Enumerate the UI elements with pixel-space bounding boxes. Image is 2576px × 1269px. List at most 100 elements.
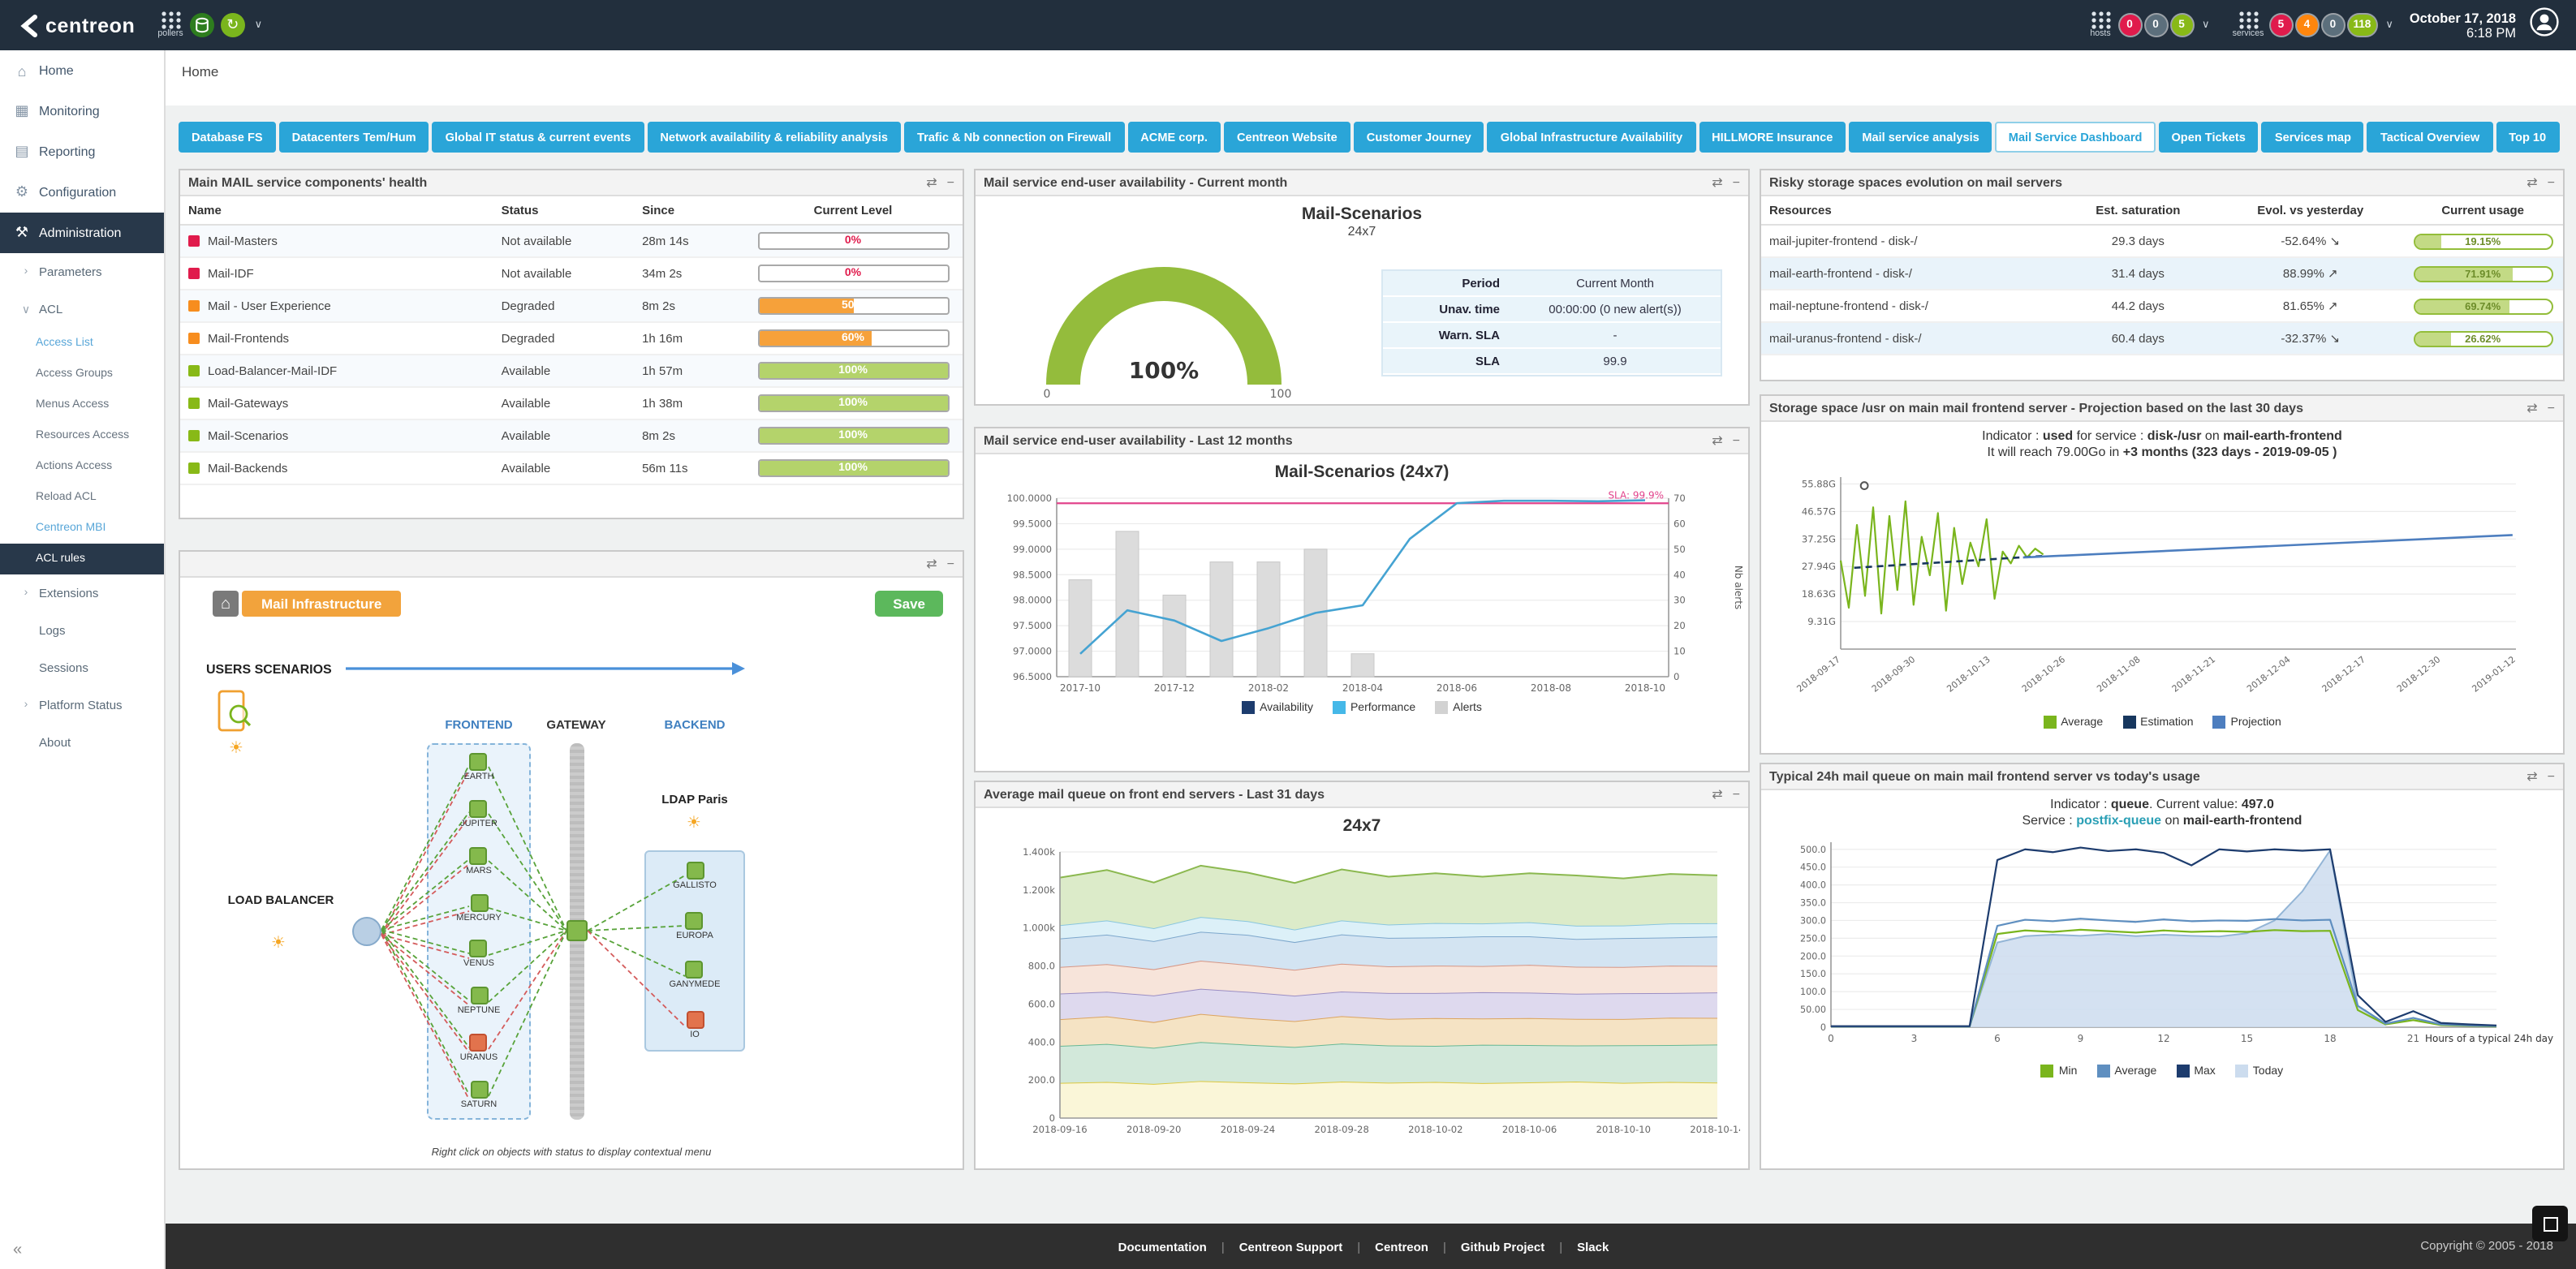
sidebar-item[interactable]: ⚙ Configuration [0,172,164,213]
table-row[interactable]: mail-jupiter-frontend - disk-/ 29.3 days… [1761,225,2563,257]
service-status-badge[interactable]: 0 [2322,15,2343,36]
dashboard-tab[interactable]: Trafic & Nb connection on Firewall [904,122,1124,153]
server-node[interactable]: GANYMEDE [670,961,721,991]
poller-database-icon[interactable] [190,13,214,37]
chevron-down-icon[interactable]: ∨ [2202,19,2210,32]
infrastructure-label[interactable]: Mail Infrastructure [242,591,401,617]
dashboard-tab[interactable]: Tactical Overview [2367,122,2492,153]
table-row[interactable]: Mail-Masters Not available 28m 14s 0% [180,225,963,257]
dashboard-tab[interactable]: Mail service analysis [1849,122,1992,153]
collapse-icon[interactable]: − [1733,787,1740,802]
dashboard-tab[interactable]: Mail Service Dashboard [1996,122,2156,153]
chat-widget-button[interactable] [2532,1206,2568,1241]
chevron-down-icon[interactable]: ∨ [2385,19,2393,32]
sidebar-item[interactable]: ▦ Monitoring [0,91,164,131]
server-node[interactable]: GALLISTO [673,862,717,892]
dashboard-tab[interactable]: ACME corp. [1127,122,1221,153]
dashboard-tab[interactable]: Network availability & reliability analy… [647,122,901,153]
table-row[interactable]: mail-uranus-frontend - disk-/ 60.4 days … [1761,322,2563,355]
chevron-down-icon[interactable]: ∨ [255,19,263,32]
refresh-icon[interactable]: ⇄ [926,557,937,571]
gateway-node[interactable] [566,920,588,941]
collapse-icon[interactable]: − [2548,401,2555,415]
server-node[interactable]: EUROPA [676,912,713,941]
services-status-menu[interactable]: services 540118 ∨ [2233,11,2393,41]
sidebar-item[interactable]: Menus Access [0,389,164,420]
table-row[interactable]: Mail - User Experience Degraded 8m 2s 50… [180,290,963,322]
host-status-badge[interactable]: 5 [2171,15,2192,36]
table-row[interactable]: Mail-Gateways Available 1h 38m 100% [180,387,963,419]
dashboard-tab[interactable]: Global Infrastructure Availability [1488,122,1695,153]
sidebar-collapse-button[interactable]: « [13,1241,22,1259]
dashboard-tab[interactable]: Services map [2262,122,2364,153]
table-row[interactable]: Mail-Backends Available 56m 11s 100% [180,452,963,484]
footer-link[interactable]: Centreon Support [1239,1239,1343,1254]
collapse-icon[interactable]: − [947,557,954,571]
collapse-icon[interactable]: − [2548,175,2555,190]
server-node[interactable]: NEPTUNE [458,987,501,1016]
sidebar-item[interactable]: › Extensions [0,574,164,612]
sidebar-item[interactable]: About [0,724,164,761]
sidebar-item[interactable]: Reload ACL [0,482,164,513]
refresh-icon[interactable]: ⇄ [2526,401,2537,415]
dashboard-tab[interactable]: Global IT status & current events [433,122,644,153]
table-row[interactable]: Mail-Frontends Degraded 1h 16m 60% [180,322,963,355]
footer-link[interactable]: Centreon [1375,1239,1428,1254]
sidebar-item[interactable]: Resources Access [0,420,164,451]
footer-link[interactable]: Documentation [1118,1239,1207,1254]
collapse-icon[interactable]: − [2548,769,2555,784]
service-status-badge[interactable]: 4 [2296,15,2317,36]
server-node[interactable]: EARTH [463,754,493,783]
save-button[interactable]: Save [875,591,943,617]
sidebar-item[interactable]: Access List [0,328,164,359]
user-avatar[interactable] [2529,6,2560,45]
server-node[interactable]: URANUS [460,1034,498,1063]
dashboard-tab[interactable]: Datacenters Tem/Hum [279,122,429,153]
sidebar-item[interactable]: Logs [0,612,164,649]
dashboard-tab[interactable]: Top 10 [2496,122,2559,153]
sidebar-item[interactable]: ∨ ACL [0,290,164,328]
sidebar-item[interactable]: ⚒ Administration [0,213,164,253]
refresh-icon[interactable]: ⇄ [2526,769,2537,784]
centreon-logo[interactable]: centreon [16,11,135,40]
sidebar-item[interactable]: ⌂ Home [0,50,164,91]
dashboard-tab[interactable]: Database FS [179,122,276,153]
server-node[interactable]: SATURN [461,1080,497,1109]
server-node[interactable]: MARS [466,847,492,876]
sidebar-item[interactable]: Centreon MBI [0,513,164,544]
sidebar-item[interactable]: Sessions [0,649,164,686]
pollers-menu[interactable]: pollers ↻ ∨ [157,11,262,41]
table-row[interactable]: Mail-IDF Not available 34m 2s 0% [180,257,963,290]
table-row[interactable]: mail-earth-frontend - disk-/ 31.4 days 8… [1761,257,2563,290]
service-status-badge[interactable]: 5 [2270,15,2291,36]
refresh-icon[interactable]: ⇄ [1712,433,1722,448]
sidebar-item[interactable]: ▤ Reporting [0,131,164,172]
poller-sync-icon[interactable]: ↻ [221,13,245,37]
dashboard-tab[interactable]: Centreon Website [1224,122,1350,153]
collapse-icon[interactable]: − [1733,433,1740,448]
breadcrumb[interactable]: Home [182,63,218,80]
refresh-icon[interactable]: ⇄ [1712,175,1722,190]
sidebar-item[interactable]: Access Groups [0,359,164,389]
server-node[interactable]: VENUS [463,940,494,970]
dashboard-tab[interactable]: Customer Journey [1354,122,1484,153]
sidebar-item[interactable]: ACL rules [0,544,164,574]
host-status-badge[interactable]: 0 [2145,15,2166,36]
table-row[interactable]: Load-Balancer-Mail-IDF Available 1h 57m … [180,355,963,387]
server-node[interactable]: JUPITER [460,800,498,829]
hosts-status-menu[interactable]: hosts 005 ∨ [2088,11,2210,41]
refresh-icon[interactable]: ⇄ [926,175,937,190]
sidebar-item[interactable]: › Parameters [0,253,164,290]
table-row[interactable]: Mail-Scenarios Available 8m 2s 100% [180,419,963,452]
sidebar-item[interactable]: › Platform Status [0,686,164,724]
dashboard-tab[interactable]: Open Tickets [2158,122,2258,153]
server-node[interactable]: MERCURY [456,893,501,923]
footer-link[interactable]: Github Project [1461,1239,1544,1254]
dashboard-tab[interactable]: HILLMORE Insurance [1699,122,1846,153]
server-node[interactable]: IO [686,1011,704,1040]
service-status-badge[interactable]: 118 [2348,15,2376,36]
refresh-icon[interactable]: ⇄ [2526,175,2537,190]
host-status-badge[interactable]: 0 [2119,15,2140,36]
table-row[interactable]: mail-neptune-frontend - disk-/ 44.2 days… [1761,290,2563,322]
refresh-icon[interactable]: ⇄ [1712,787,1722,802]
